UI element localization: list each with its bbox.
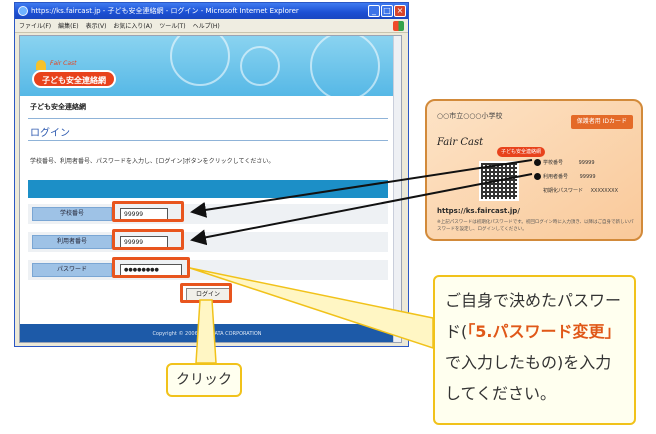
user-number-label: 利用者番号 (32, 235, 112, 249)
password-label: パスワード (32, 263, 112, 277)
card-school-number-row: 学校番号 99999 (543, 159, 595, 166)
school-number-highlight (112, 201, 184, 222)
school-number-dot (534, 159, 541, 166)
card-user-number-row: 利用者番号 99999 (543, 173, 596, 180)
ie-icon (18, 6, 28, 16)
page-footer: Copyright © 2006 NTT DATA CORPORATION (20, 324, 394, 342)
click-callout: クリック (166, 363, 242, 397)
decoration-circle (310, 36, 380, 96)
site-logo: 子ども安全連絡網 (32, 70, 116, 88)
form-header-bar (28, 180, 388, 198)
card-url: https://ks.faircast.jp/ (437, 207, 520, 215)
card-brand: Fair Cast (437, 137, 484, 148)
maximize-button[interactable]: □ (381, 5, 393, 17)
callout-text-post: で入力したもの)を入力してください。 (445, 353, 612, 403)
card-user-number: 99999 (579, 174, 596, 180)
callout-emphasis: 「5.パスワード変更」 (467, 322, 621, 341)
user-number-highlight (112, 229, 184, 250)
login-button-highlight (180, 283, 232, 303)
card-school-number-label: 学校番号 (543, 160, 564, 166)
card-type-badge: 保護者用 IDカード (570, 115, 633, 129)
divider (28, 140, 388, 141)
decoration-circle (170, 36, 230, 86)
logo-hat-icon (36, 60, 46, 70)
scrollbar[interactable] (393, 36, 401, 342)
card-school-number: 99999 (578, 160, 595, 166)
menu-help[interactable]: ヘルプ(H) (193, 21, 220, 30)
menu-bar: ファイル(F) 編集(E) 表示(V) お気に入り(A) ツール(T) ヘルプ(… (15, 19, 408, 33)
qr-code-icon (479, 161, 519, 201)
site-name: 子ども安全連絡網 (30, 103, 86, 111)
logo-small-text: Fair Cast (50, 60, 77, 67)
password-highlight (112, 257, 190, 278)
menu-favorites[interactable]: お気に入り(A) (113, 21, 152, 30)
title-bar: https://ks.faircast.jp - 子ども安全連絡網 - ログイン… (15, 3, 408, 19)
card-note: ※上記パスワードは初期化パスワードです。初回ログイン時に入力頂き、以降はご自身で… (437, 220, 634, 232)
card-init-password-row: 初期化パスワード XXXXXXXX (543, 187, 618, 194)
instruction-text: 学校番号、利用者番号、パスワードを入力し、[ログイン]ボタンをクリックしてくださ… (30, 158, 275, 165)
windows-flag-icon (393, 21, 404, 31)
card-school-name: ○○市立○○○小学校 (437, 112, 503, 120)
card-init-password-label: 初期化パスワード (543, 188, 584, 194)
id-card: ○○市立○○○小学校 保護者用 IDカード Fair Cast 子ども安全連絡網… (425, 99, 643, 241)
page-banner: Fair Cast 子ども安全連絡網 (20, 36, 394, 96)
close-button[interactable]: × (394, 5, 406, 17)
window-title: https://ks.faircast.jp - 子ども安全連絡網 - ログイン… (31, 7, 299, 15)
menu-edit[interactable]: 編集(E) (58, 21, 78, 30)
user-number-dot (534, 173, 541, 180)
menu-view[interactable]: 表示(V) (86, 21, 107, 30)
card-user-number-label: 利用者番号 (543, 174, 569, 180)
minimize-button[interactable]: _ (368, 5, 380, 17)
decoration-circle (240, 46, 280, 86)
card-logo: 子ども安全連絡網 (497, 147, 546, 157)
menu-file[interactable]: ファイル(F) (19, 21, 51, 30)
school-number-label: 学校番号 (32, 207, 112, 221)
menu-tools[interactable]: ツール(T) (159, 21, 185, 30)
page-title: ログイン (30, 128, 70, 139)
password-callout: ご自身で決めたパスワード(「5.パスワード変更」で入力したもの)を入力してくださ… (433, 275, 636, 425)
divider (28, 118, 388, 119)
card-init-password: XXXXXXXX (590, 188, 619, 194)
